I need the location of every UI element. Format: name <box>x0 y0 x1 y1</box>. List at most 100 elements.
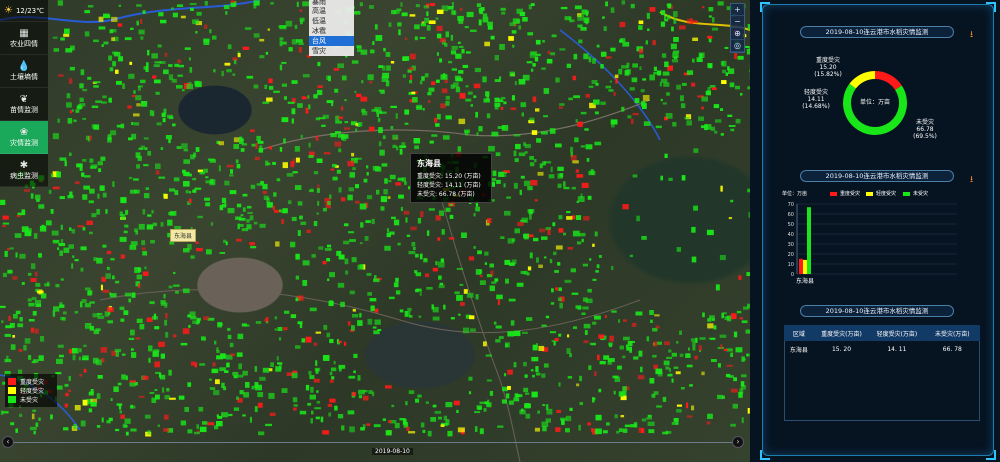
crop-pixel <box>507 331 514 337</box>
crop-pixel <box>293 404 298 407</box>
crop-pixel <box>666 92 670 96</box>
bar[interactable] <box>799 258 803 274</box>
crop-pixel <box>503 101 507 105</box>
crop-pixel <box>388 22 392 27</box>
timeline-prev-button[interactable]: ‹ <box>2 436 14 448</box>
crop-pixel <box>224 62 231 66</box>
download-icon[interactable]: ⭳ <box>970 172 973 188</box>
crop-pixel <box>273 90 280 93</box>
toolbar-item-soil-moisture[interactable]: 💧 土壤墒情 <box>0 55 48 88</box>
dropdown-option-selected[interactable]: 台风 <box>309 36 354 46</box>
county-map-label[interactable]: 东海县 <box>170 229 197 242</box>
dropdown-option[interactable]: 雪灾 <box>309 46 354 56</box>
date-timeline[interactable]: ‹ › 2019-08-10 <box>0 432 750 462</box>
legend-swatch-severe <box>8 378 16 385</box>
dropdown-option[interactable]: 冰雹 <box>309 26 354 36</box>
crop-pixel <box>283 138 286 144</box>
bar[interactable] <box>807 207 811 274</box>
timeline-track[interactable] <box>12 442 738 443</box>
timeline-date[interactable]: 2019-08-10 <box>372 448 413 455</box>
crop-pixel <box>535 343 538 349</box>
table-row[interactable]: 东海县 15. 20 14. 11 66. 78 <box>784 341 980 357</box>
crop-pixel <box>424 273 430 278</box>
bar[interactable] <box>803 259 807 274</box>
reset-view-button[interactable]: ◎ <box>731 40 744 52</box>
crop-pixel <box>254 366 258 372</box>
crop-pixel <box>411 242 416 247</box>
crop-pixel <box>415 253 419 258</box>
crop-pixel <box>144 414 151 419</box>
crop-pixel <box>673 11 678 17</box>
crop-pixel <box>671 352 677 357</box>
crop-pixel <box>524 151 528 154</box>
timeline-next-button[interactable]: › <box>732 436 744 448</box>
crop-pixel <box>407 307 412 312</box>
donut-slice[interactable] <box>843 83 907 135</box>
crop-pixel <box>140 145 145 148</box>
crop-pixel <box>646 336 650 342</box>
crop-pixel <box>229 342 234 348</box>
donut-slice[interactable] <box>875 71 902 90</box>
crop-pixel <box>489 285 495 292</box>
crop-pixel <box>496 179 501 184</box>
toolbar-item-disaster[interactable]: ❀ 灾情监测 <box>0 121 48 154</box>
crop-pixel <box>391 216 396 220</box>
crop-pixel <box>670 43 677 50</box>
toolbar-item-seedling[interactable]: ❦ 苗情监测 <box>0 88 48 121</box>
crop-pixel <box>17 323 24 328</box>
dropdown-option[interactable]: 低温 <box>309 16 354 26</box>
crop-pixel <box>188 191 192 194</box>
toolbar-item-agri-conditions[interactable]: ▦ 农业四情 <box>0 22 48 55</box>
crop-pixel <box>372 326 377 329</box>
crop-pixel <box>246 75 254 79</box>
crop-pixel <box>254 156 260 161</box>
crop-pixel <box>504 210 511 216</box>
zoom-out-button[interactable]: − <box>731 16 744 28</box>
toolbar-item-pest[interactable]: ✱ 病虫监测 <box>0 154 48 187</box>
crop-pixel <box>122 353 126 356</box>
crop-pixel <box>594 371 597 377</box>
crop-pixel <box>664 15 667 21</box>
crop-pixel <box>163 69 169 75</box>
crop-pixel <box>149 301 155 305</box>
crop-pixel <box>588 85 594 88</box>
crop-pixel <box>57 118 60 123</box>
donut-slice[interactable] <box>849 71 875 89</box>
crop-pixel <box>122 83 125 89</box>
crop-pixel <box>112 275 115 280</box>
crop-pixel <box>28 302 35 307</box>
crop-pixel <box>295 345 301 349</box>
crop-pixel <box>278 25 286 29</box>
download-icon[interactable]: ⭳ <box>970 27 973 43</box>
crop-pixel <box>347 194 353 201</box>
crop-pixel <box>368 390 373 394</box>
crop-pixel <box>390 126 394 130</box>
crop-pixel <box>487 25 493 30</box>
crop-pixel <box>235 159 239 164</box>
crop-pixel <box>600 64 604 69</box>
dropdown-option[interactable]: 高温 <box>309 6 354 16</box>
crop-pixel <box>563 186 570 190</box>
satellite-map[interactable]: ☀ 12/23℃ ▦ 农业四情 💧 土壤墒情 ❦ 苗情监测 ❀ 灾情监测 ✱ 病… <box>0 0 750 462</box>
crop-pixel <box>482 16 489 23</box>
crop-pixel <box>490 35 495 40</box>
crop-pixel <box>468 376 473 381</box>
crop-pixel <box>219 367 226 372</box>
crop-pixel <box>417 217 422 224</box>
crop-pixel <box>663 82 670 87</box>
crop-pixel <box>301 338 306 343</box>
slice-value: 66.78 <box>916 126 934 133</box>
crop-pixel <box>124 224 129 228</box>
disaster-type-dropdown[interactable]: 暴雨 高温 低温 冰雹 台风 雪灾 <box>309 0 354 56</box>
crop-pixel <box>21 209 26 216</box>
crop-pixel <box>108 55 113 61</box>
crop-pixel <box>653 341 658 347</box>
table-header: 区域 重度受灾(万亩) 轻度受灾(万亩) 未受灾(万亩) <box>784 325 980 341</box>
crop-pixel <box>196 317 201 321</box>
zoom-in-button[interactable]: + <box>731 4 744 16</box>
crop-pixel <box>559 302 563 309</box>
crop-pixel <box>531 356 539 362</box>
locate-button[interactable]: ⊕ <box>731 28 744 40</box>
crop-pixel <box>580 111 587 115</box>
legend-label: 重度受灾 <box>20 379 45 386</box>
